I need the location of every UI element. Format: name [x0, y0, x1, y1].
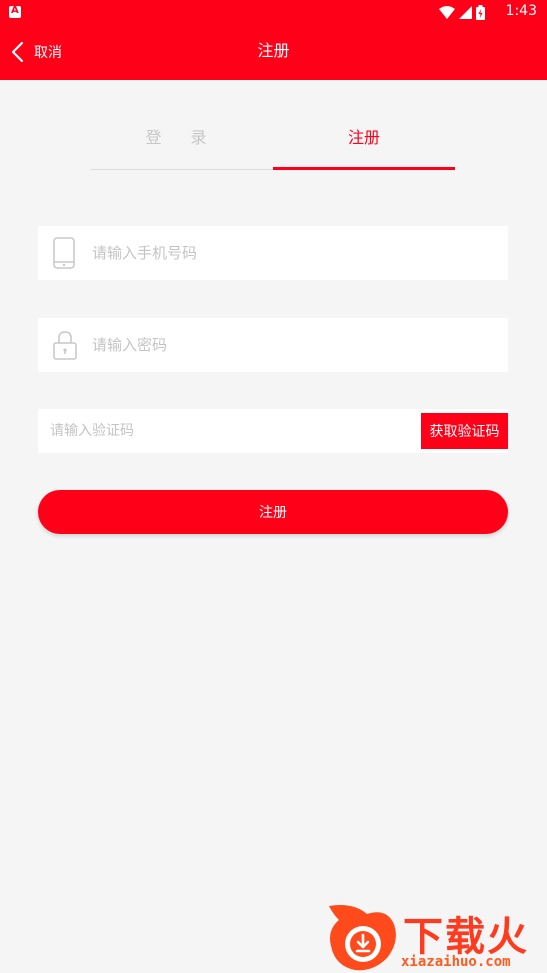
password-input[interactable] [92, 318, 492, 372]
register-button[interactable]: 注册 [38, 490, 508, 534]
watermark: 下载火 xiazaihuo.com [323, 900, 547, 973]
page-title: 注册 [257, 41, 290, 60]
phone-field [38, 226, 508, 280]
flame-logo-icon [329, 905, 396, 971]
android-notification-icon [9, 5, 21, 18]
signal-icon [459, 5, 472, 19]
nav-bar: 取消 注册 [0, 24, 547, 80]
phone-input[interactable] [92, 226, 492, 280]
lock-icon [53, 331, 77, 360]
phone-icon [53, 237, 75, 269]
auth-tabs: 登 录 注册 [91, 108, 455, 170]
tab-register[interactable]: 注册 [273, 108, 455, 170]
status-time: 1:43 [505, 3, 537, 19]
watermark-url: xiazaihuo.com [401, 954, 511, 970]
battery-icon [476, 4, 485, 20]
password-field [38, 318, 508, 372]
status-bar: 1:43 [0, 0, 547, 24]
verification-code-field: 获取验证码 [38, 409, 508, 453]
get-code-button[interactable]: 获取验证码 [421, 413, 508, 449]
verification-code-input[interactable] [50, 409, 410, 453]
tab-login[interactable]: 登 录 [91, 108, 273, 170]
wifi-icon [439, 5, 455, 19]
status-icons [439, 4, 485, 20]
